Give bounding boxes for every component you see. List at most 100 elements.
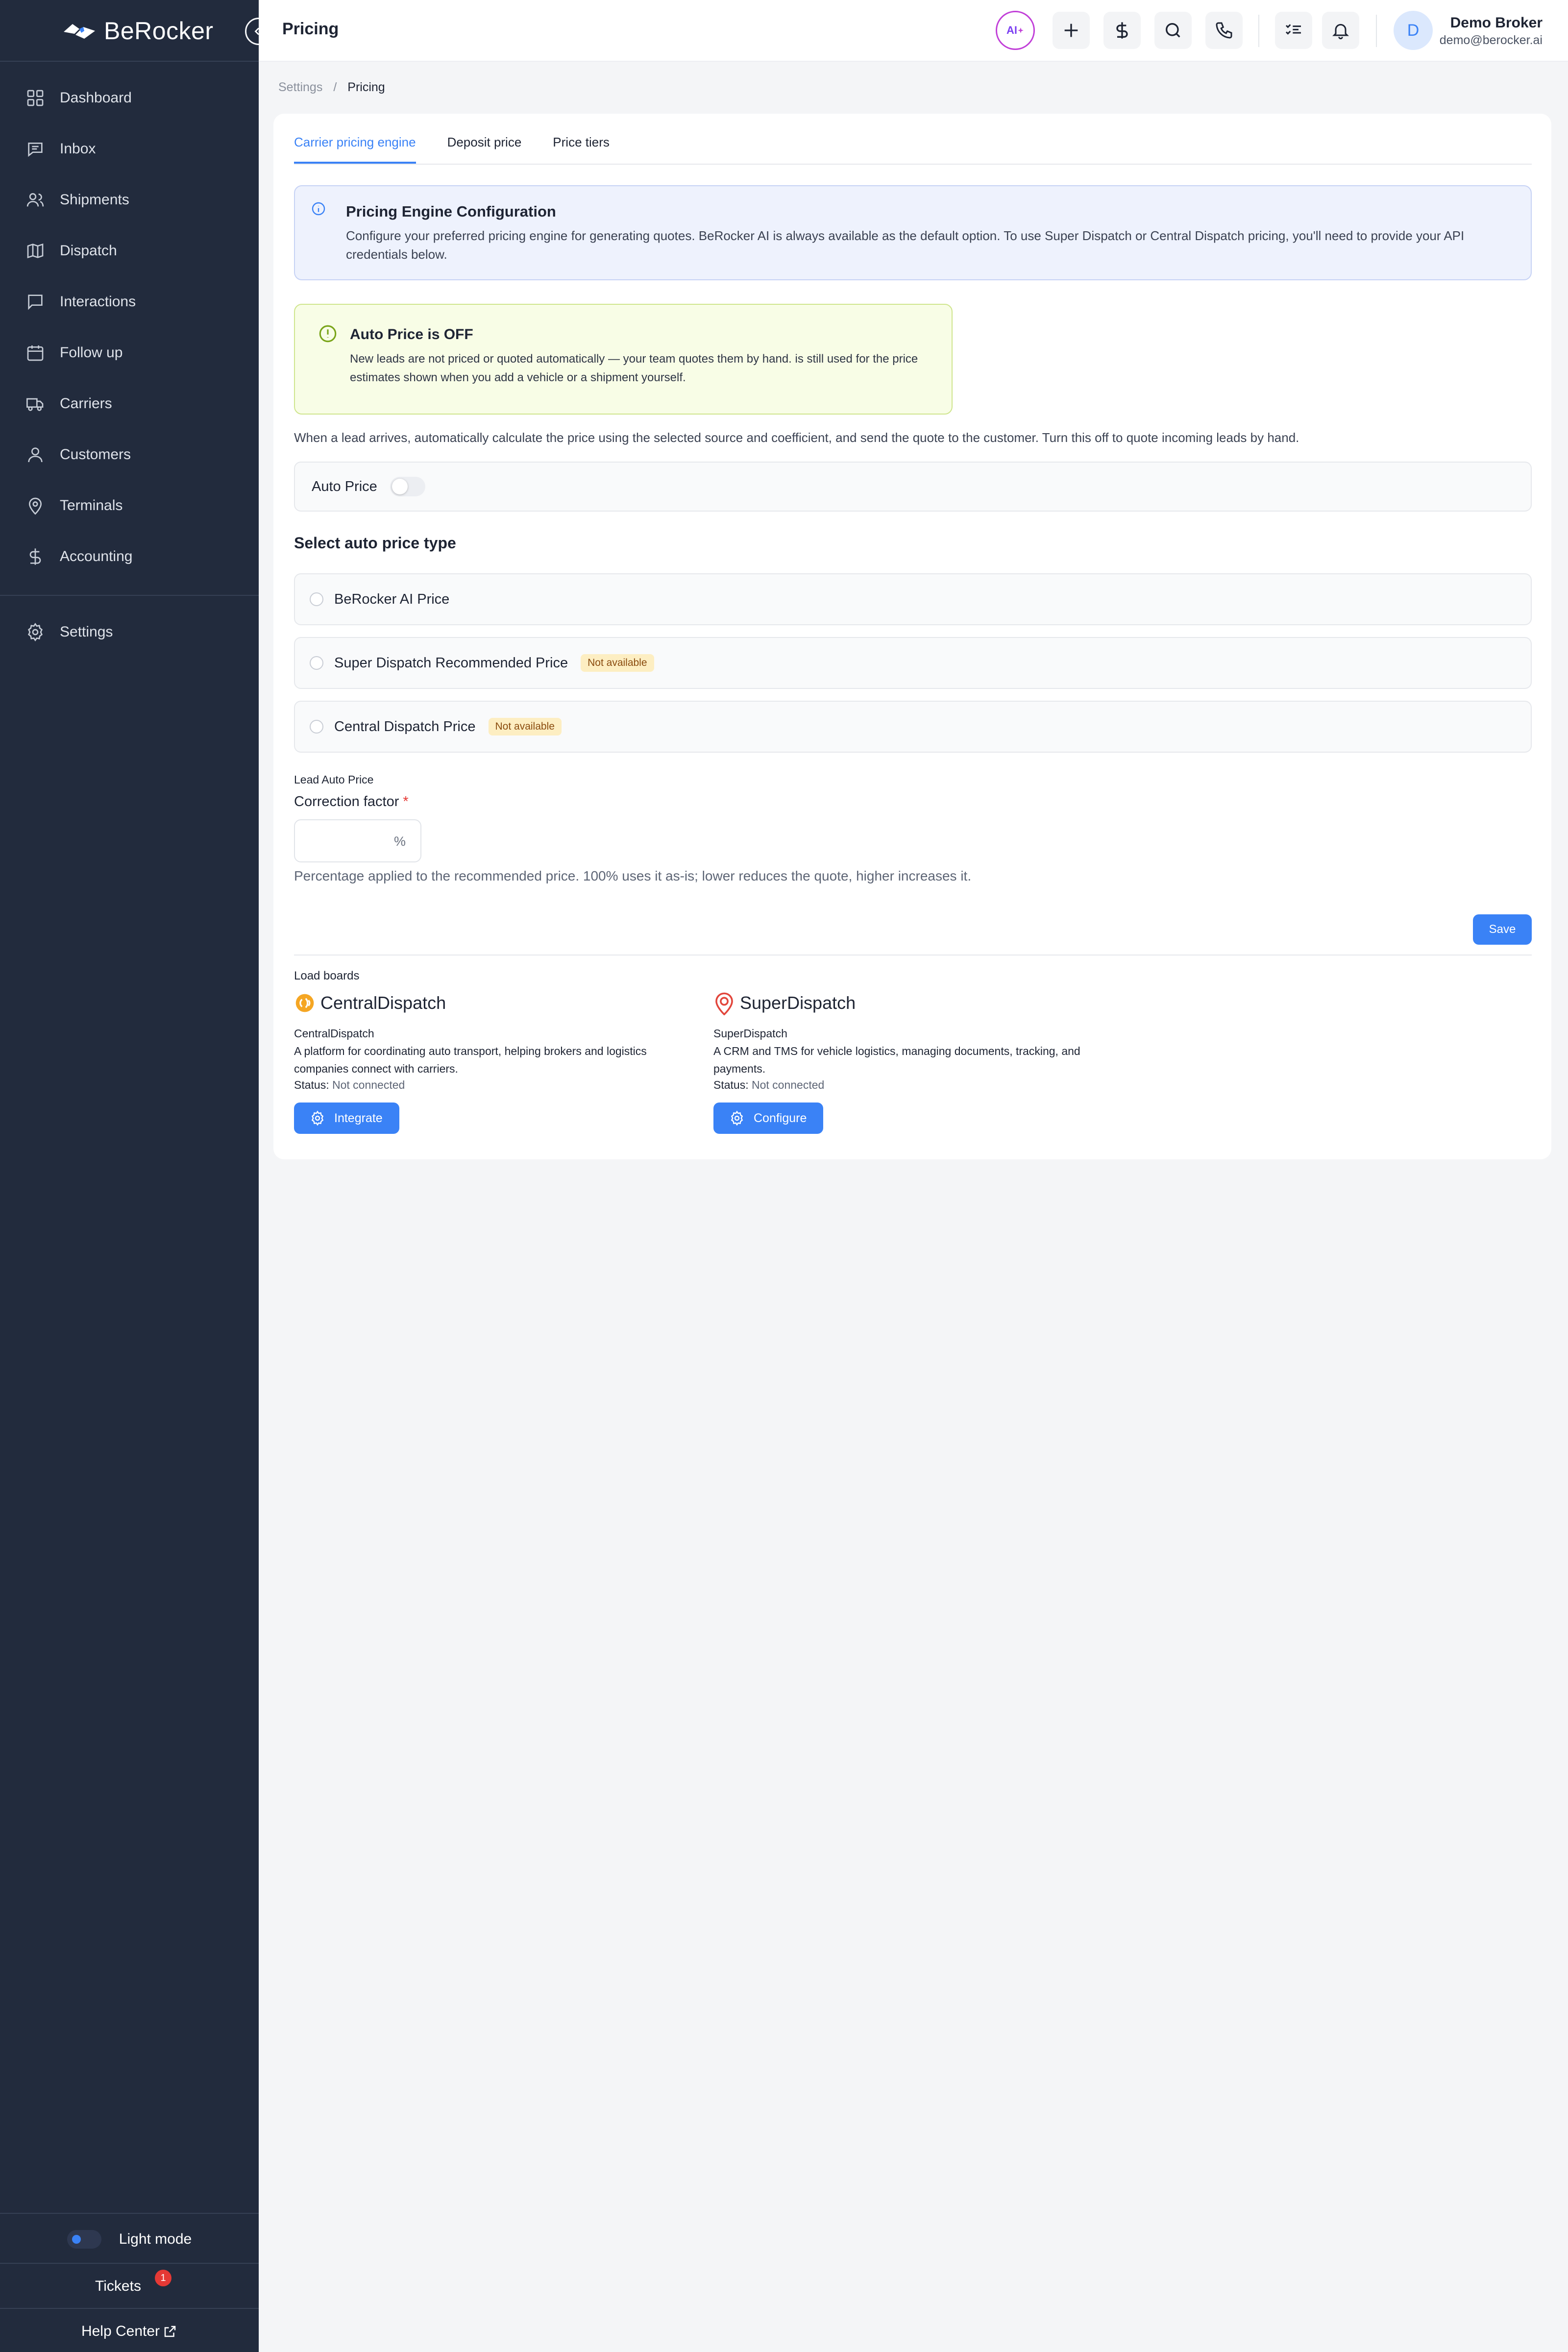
radio-button[interactable] <box>310 720 323 734</box>
lead-auto-price-label: Lead Auto Price <box>294 773 374 786</box>
bell-icon <box>1332 24 1349 40</box>
sidebar-item-shipments[interactable]: Shipments <box>0 174 259 225</box>
brand-logo[interactable]: BeRocker <box>62 15 214 47</box>
sidebar-divider <box>0 2213 259 2214</box>
required-mark: * <box>403 794 409 809</box>
load-board-central-dispatch: CentralDispatch CentralDispatch A platfo… <box>294 989 696 1134</box>
auto-price-off-notice: Auto Price is OFF New leads are not pric… <box>294 304 953 415</box>
plus-icon <box>1064 24 1078 37</box>
tickets-label: Tickets <box>95 2278 141 2294</box>
pricing-tabs: Carrier pricing engine Deposit price Pri… <box>294 114 1532 165</box>
phone-button[interactable] <box>1205 12 1243 49</box>
gear-icon <box>311 1110 324 1126</box>
auto-price-row: Auto Price <box>294 462 1532 512</box>
page-title: Pricing <box>282 20 339 38</box>
sidebar-item-terminals[interactable]: Terminals <box>0 480 259 531</box>
ai-assistant-button[interactable]: AI <box>996 11 1035 50</box>
correction-factor-label: Correction factor * <box>294 794 409 810</box>
brand-name: BeRocker <box>104 17 214 45</box>
configure-button[interactable]: Configure <box>713 1102 824 1134</box>
dollar-icon <box>1116 22 1128 39</box>
sidebar-item-dispatch[interactable]: Dispatch <box>0 225 259 276</box>
tab-carrier-pricing-engine[interactable]: Carrier pricing engine <box>294 135 416 164</box>
alert-circle-icon <box>319 325 337 343</box>
tab-deposit-price[interactable]: Deposit price <box>447 135 522 164</box>
sidebar-item-label: Settings <box>60 624 113 640</box>
load-board-super-dispatch: SuperDispatch SuperDispatch A CRM and TM… <box>713 989 1115 1134</box>
auto-price-description: When a lead arrives, automatically calcu… <box>294 430 1299 445</box>
price-option-central-dispatch[interactable]: Central Dispatch Price Not available <box>294 701 1532 753</box>
calendar-icon <box>27 345 44 361</box>
checklist-icon <box>1285 24 1301 35</box>
price-option-label: Central Dispatch Price <box>334 718 476 735</box>
gear-icon <box>28 622 43 642</box>
chat-icon <box>28 294 43 310</box>
price-option-berocker-ai[interactable]: BeRocker AI Price <box>294 573 1532 625</box>
sidebar-item-carriers[interactable]: Carriers <box>0 378 259 429</box>
user-icon <box>28 447 43 463</box>
truck-icon <box>26 398 44 411</box>
help-center-link[interactable]: Help Center <box>0 2309 259 2352</box>
sidebar-item-customers[interactable]: Customers <box>0 429 259 480</box>
info-icon <box>312 202 325 216</box>
pricing-engine-info-box: Pricing Engine Configuration Configure y… <box>294 185 1532 280</box>
central-dispatch-logo-icon <box>295 994 314 1012</box>
sidebar-item-follow-up[interactable]: Follow up <box>0 327 259 378</box>
status-value: Not connected <box>752 1078 825 1091</box>
status-value: Not connected <box>332 1078 405 1091</box>
sidebar-item-accounting[interactable]: Accounting <box>0 531 259 582</box>
auto-price-label: Auto Price <box>312 478 377 494</box>
avatar[interactable]: D <box>1394 11 1433 50</box>
sidebar-item-interactions[interactable]: Interactions <box>0 276 259 327</box>
light-mode-row[interactable]: Light mode <box>0 2217 259 2262</box>
user-name: Demo Broker <box>1450 15 1543 31</box>
header-divider <box>1258 15 1259 47</box>
rocker-logo-icon <box>64 24 95 39</box>
add-button[interactable] <box>1053 12 1090 49</box>
sidebar-item-label: Shipments <box>60 192 129 208</box>
load-boards-title: Load boards <box>294 969 360 982</box>
breadcrumb-settings-link[interactable]: Settings <box>278 80 322 95</box>
central-dispatch-logo: CentralDispatch <box>294 989 696 1017</box>
breadcrumb: Settings / Pricing <box>278 80 385 95</box>
correction-factor-text: Correction factor <box>294 794 399 809</box>
sparkle-icon <box>1018 27 1024 33</box>
load-board-name: CentralDispatch <box>294 1027 374 1040</box>
auto-price-toggle[interactable] <box>390 477 425 496</box>
sidebar-item-label: Follow up <box>60 344 123 361</box>
price-option-super-dispatch[interactable]: Super Dispatch Recommended Price Not ava… <box>294 637 1532 689</box>
load-board-description: A platform for coordinating auto transpo… <box>294 1045 647 1075</box>
save-button[interactable]: Save <box>1473 914 1532 945</box>
status-label: Status: <box>713 1078 749 1091</box>
correction-factor-input[interactable] <box>302 825 385 857</box>
notice-text: New leads are not priced or quoted autom… <box>350 352 918 384</box>
ai-label: AI <box>1006 24 1017 36</box>
sidebar-item-label: Customers <box>60 446 131 463</box>
external-link-icon <box>164 2326 176 2337</box>
sidebar-item-label: Interactions <box>60 294 136 310</box>
tickets-link[interactable]: Tickets 1 <box>0 2264 259 2309</box>
breadcrumb-current: Pricing <box>347 80 385 94</box>
sidebar-item-label: Inbox <box>60 141 96 157</box>
price-quote-button[interactable] <box>1103 12 1141 49</box>
sidebar-item-settings[interactable]: Settings <box>0 607 259 658</box>
load-board-status: Status: Not connected <box>294 1078 696 1092</box>
pricing-card: Carrier pricing engine Deposit price Pri… <box>273 114 1551 1159</box>
integrate-button[interactable]: Integrate <box>294 1102 399 1134</box>
tab-price-tiers[interactable]: Price tiers <box>553 135 610 164</box>
radio-button[interactable] <box>310 592 323 606</box>
tasks-button[interactable] <box>1275 12 1312 49</box>
search-button[interactable] <box>1154 12 1192 49</box>
sidebar-item-label: Accounting <box>60 548 133 564</box>
tickets-count-badge: 1 <box>155 2270 172 2286</box>
sidebar-item-inbox[interactable]: Inbox <box>0 123 259 174</box>
radio-button[interactable] <box>310 656 323 670</box>
sidebar-item-label: Dispatch <box>60 243 117 259</box>
theme-toggle[interactable] <box>67 2230 101 2249</box>
user-email: demo@berocker.ai <box>1439 33 1543 47</box>
load-board-status: Status: Not connected <box>713 1078 1115 1092</box>
info-box-title: Pricing Engine Configuration <box>346 203 556 220</box>
sidebar-item-dashboard[interactable]: Dashboard <box>0 73 259 123</box>
notifications-button[interactable] <box>1322 12 1359 49</box>
percent-suffix: % <box>393 834 406 849</box>
